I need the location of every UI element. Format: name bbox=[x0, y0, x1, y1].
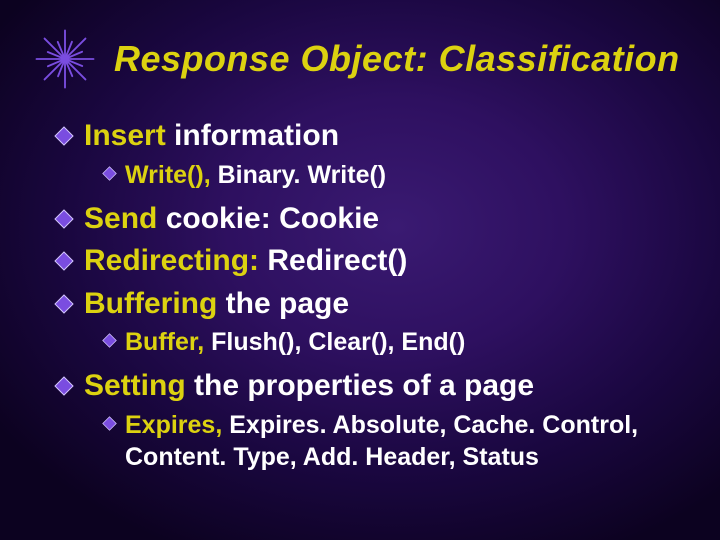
bullet-text: Write(), Binary. Write() bbox=[125, 159, 386, 191]
diamond-bullet-icon bbox=[54, 376, 74, 396]
bullet-text: Insert information bbox=[84, 118, 339, 155]
bullet-level2: Write(), Binary. Write() bbox=[102, 159, 680, 191]
slide: Response Object: Classification Insert i… bbox=[0, 0, 720, 540]
diamond-bullet-icon bbox=[54, 126, 74, 146]
bullet-text: Buffer, Flush(), Clear(), End() bbox=[125, 326, 465, 358]
bullet-level1: Send cookie: Cookie bbox=[54, 201, 680, 238]
bullet-text: Buffering the page bbox=[84, 286, 349, 323]
content-area: Insert information Write(), Binary. Write… bbox=[40, 118, 680, 473]
diamond-bullet-icon bbox=[54, 294, 74, 314]
bullet-level1: Setting the properties of a page bbox=[54, 368, 680, 405]
bullet-text: Send cookie: Cookie bbox=[84, 201, 379, 238]
bullet-level1: Redirecting: Redirect() bbox=[54, 243, 680, 280]
diamond-bullet-icon bbox=[102, 333, 117, 348]
bullet-level1: Insert information bbox=[54, 118, 680, 155]
diamond-bullet-icon bbox=[102, 416, 117, 431]
bullet-text: Expires, Expires. Absolute, Cache. Contr… bbox=[125, 409, 665, 473]
bullet-level2: Buffer, Flush(), Clear(), End() bbox=[102, 326, 680, 358]
diamond-bullet-icon bbox=[54, 251, 74, 271]
bullet-text: Setting the properties of a page bbox=[84, 368, 534, 405]
diamond-bullet-icon bbox=[102, 166, 117, 181]
bullet-level1: Buffering the page bbox=[54, 286, 680, 323]
bullet-text: Redirecting: Redirect() bbox=[84, 243, 407, 280]
slide-title: Response Object: Classification bbox=[114, 38, 680, 80]
bullet-level2: Expires, Expires. Absolute, Cache. Contr… bbox=[102, 409, 680, 473]
diamond-bullet-icon bbox=[54, 209, 74, 229]
starburst-icon bbox=[34, 28, 96, 90]
title-row: Response Object: Classification bbox=[40, 28, 680, 90]
